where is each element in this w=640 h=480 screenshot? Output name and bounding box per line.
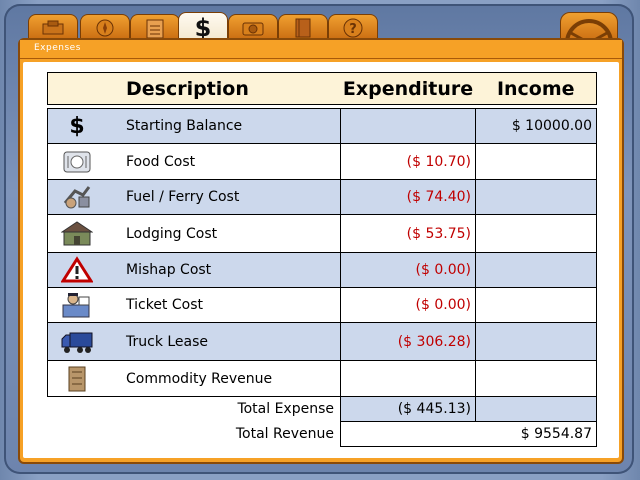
total-expense-label: Total Expense [237,401,334,418]
dollar-icon: $ [69,113,85,139]
police-ticket-icon [62,293,90,318]
notebook-tab-icon [295,18,311,38]
table-row: $ Starting Balance $ 10000.00 [47,108,597,144]
row-expenditure: ($ 10.70) [340,143,476,180]
header-income: Income [475,72,597,105]
row-description: Fuel / Ferry Cost [106,179,341,215]
row-expenditure: ($ 0.00) [340,287,476,323]
total-revenue-label: Total Revenue [235,426,334,442]
food-plate-icon [63,151,91,172]
table-row: Fuel / Ferry Cost ($ 74.40) [47,179,597,215]
total-expense-value: ($ 445.13) [340,396,476,422]
total-revenue-value: $ 9554.87 [340,421,597,447]
row-description: Commodity Revenue [106,360,341,397]
total-revenue-row: Total Revenue $ 9554.87 [48,421,597,447]
table-row: Lodging Cost ($ 53.75) [47,214,597,253]
table-row: Food Cost ($ 10.70) [47,143,597,180]
row-description: Starting Balance [106,108,341,144]
row-description: Truck Lease [106,322,341,361]
row-expenditure [340,360,476,397]
table-row: Mishap Cost ($ 0.00) [47,252,597,288]
truck-tab-icon [42,20,64,35]
fuel-pump-icon [63,186,91,209]
row-description: Mishap Cost [106,252,341,288]
svg-text:?: ? [349,22,357,37]
row-income [475,322,597,361]
compass-tab-icon [96,19,114,37]
row-description: Food Cost [106,143,341,180]
header-description: Description [47,72,341,105]
row-income [475,252,597,288]
row-expenditure [340,108,476,144]
table-row: Ticket Cost ($ 0.00) [47,287,597,323]
row-income [475,287,597,323]
row-income: $ 10000.00 [475,108,597,144]
header-expenditure: Expenditure [340,72,476,105]
camera-tab-icon [242,22,264,36]
table-row: Truck Lease ($ 306.28) [47,322,597,361]
truck-icon [61,332,93,353]
expenses-panel: Expenses Description Expenditure Income … [18,38,624,464]
total-expense-row: Total Expense ($ 445.13) [48,396,597,422]
row-expenditure: ($ 74.40) [340,179,476,215]
lodging-icon [61,220,93,245]
help-tab-icon: ? [343,18,363,38]
row-expenditure: ($ 0.00) [340,252,476,288]
row-income [475,360,597,397]
cargo-crate-icon [68,366,86,391]
row-income [475,179,597,215]
total-expense-income-cell [475,396,597,422]
row-expenditure: ($ 53.75) [340,214,476,253]
table-row: Commodity Revenue [47,360,597,397]
row-income [475,214,597,253]
panel-title: Expenses [34,43,81,53]
panel-body: Description Expenditure Income $ Startin… [23,62,619,458]
dollar-tab-icon: $ [194,14,212,42]
row-description: Ticket Cost [106,287,341,323]
row-description: Lodging Cost [106,214,341,253]
expenses-table: Description Expenditure Income $ Startin… [47,72,597,447]
table-header-row: Description Expenditure Income [47,72,597,105]
warning-triangle-icon [61,256,93,283]
row-expenditure: ($ 306.28) [340,322,476,361]
panel-header: Expenses [20,40,622,59]
clipboard-tab-icon [146,19,164,39]
row-income [475,143,597,180]
